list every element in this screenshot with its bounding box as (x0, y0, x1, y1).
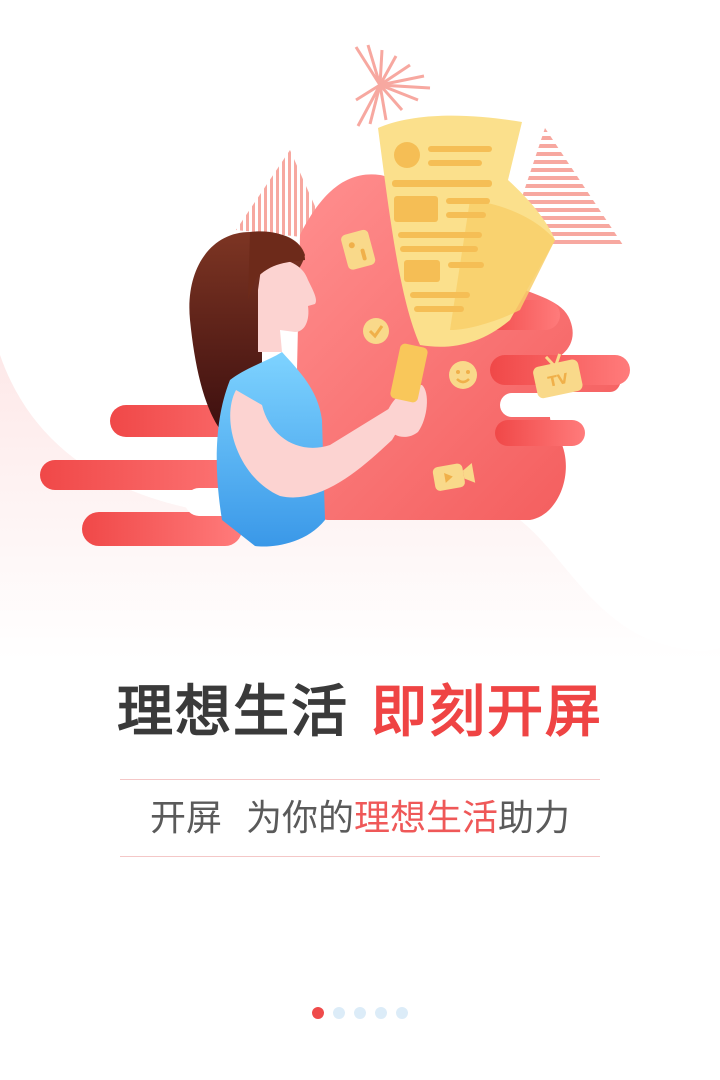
page-dot-4[interactable] (375, 1007, 387, 1019)
tagline-suffix: 助力 (498, 798, 571, 839)
page-dot-3[interactable] (354, 1007, 366, 1019)
page-dot-1[interactable] (312, 1007, 324, 1019)
smile-icon (449, 361, 477, 389)
page-indicator (0, 1007, 720, 1019)
headline-part-2: 即刻开屏 (371, 680, 603, 745)
headline-part-1: 理想生活 (117, 680, 349, 745)
divider-bottom (120, 856, 600, 857)
divider-top (120, 779, 600, 780)
page-dot-2[interactable] (333, 1007, 345, 1019)
hero-illustration: TV (0, 0, 720, 660)
tagline: 开屏 为你的理想生活助力 (0, 794, 720, 844)
headline: 理想生活 即刻开屏 (0, 678, 720, 748)
tagline-middle: 为你的 (245, 798, 354, 839)
splash-screen: TV 理想生活 即刻开屏 开屏 为你的理想生活助力 (0, 0, 720, 1080)
clock-icon (363, 318, 389, 344)
tagline-brand: 开屏 (149, 798, 222, 839)
tagline-highlight: 理想生活 (354, 798, 499, 839)
page-dot-5[interactable] (396, 1007, 408, 1019)
